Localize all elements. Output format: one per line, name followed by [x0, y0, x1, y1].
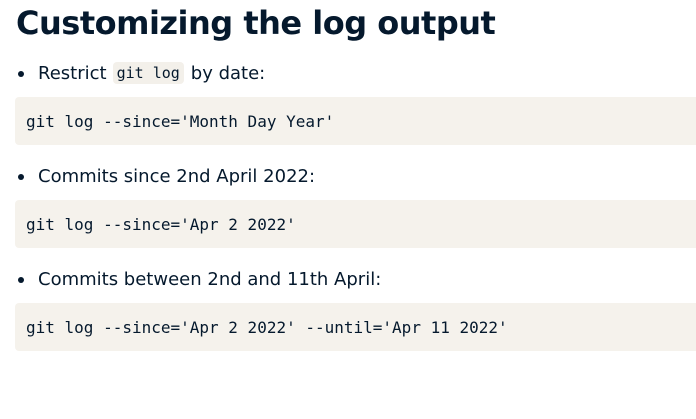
bullet-icon [18, 173, 24, 180]
bullet-icon [18, 276, 24, 283]
bullet-item-since: Commits since 2nd April 2022: [18, 162, 315, 190]
code-block-since-format: git log --since='Month Day Year' [15, 97, 696, 145]
bullet-text: Commits since 2nd April 2022: [38, 165, 316, 187]
bullet-text-before: Restrict [38, 62, 107, 84]
bullet-icon [18, 70, 24, 77]
code-block-between-example: git log --since='Apr 2 2022' --until='Ap… [15, 303, 696, 351]
page-title: Customizing the log output [16, 4, 496, 42]
bullet-item-restrict: Restrict git log by date: [18, 59, 265, 87]
bullet-item-between: Commits between 2nd and 11th April: [18, 265, 381, 293]
bullet-text: Commits between 2nd and 11th April: [38, 268, 382, 290]
slide: Customizing the log output Restrict git … [0, 0, 696, 419]
bullet-text-after: by date: [190, 62, 266, 84]
inline-code: git log [112, 62, 184, 84]
code-block-since-example: git log --since='Apr 2 2022' [15, 200, 696, 248]
